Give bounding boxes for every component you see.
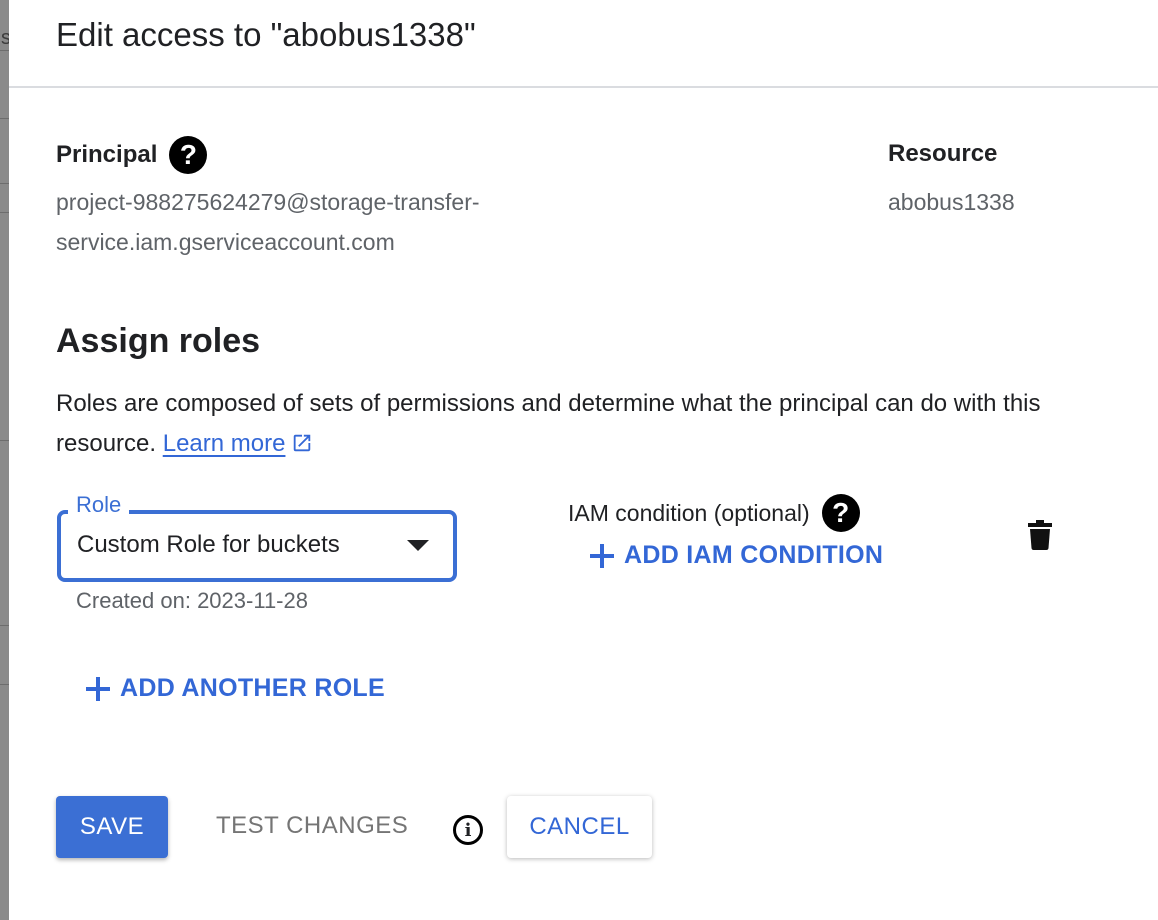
role-select-value: Custom Role for buckets <box>77 531 340 558</box>
add-iam-condition-button[interactable]: ADD IAM CONDITION <box>590 541 883 570</box>
background-divider <box>0 440 9 441</box>
iam-condition-label: IAM condition (optional) <box>568 499 810 526</box>
assign-roles-title: Assign roles <box>56 322 261 360</box>
background-text: s <box>1 27 9 49</box>
edit-access-panel: Edit access to "abobus1338" Principal ? … <box>9 0 1158 920</box>
background-divider <box>0 183 9 184</box>
background-divider <box>0 684 9 685</box>
info-icon[interactable]: i <box>453 815 483 845</box>
assign-roles-description: Roles are composed of sets of permission… <box>56 384 1056 464</box>
panel-header: Edit access to "abobus1338" <box>9 0 1158 88</box>
role-created-date: Created on: 2023-11-28 <box>76 588 308 613</box>
learn-more-link[interactable]: Learn more <box>163 430 286 457</box>
trash-icon[interactable] <box>1028 520 1052 550</box>
background-divider <box>0 625 9 626</box>
plus-icon <box>86 676 110 701</box>
principal-value-line: service.iam.gserviceaccount.com <box>56 229 395 255</box>
resource-value: abobus1338 <box>888 189 1015 215</box>
test-changes-button[interactable]: TEST CHANGES <box>216 812 408 840</box>
learn-more-label: Learn more <box>162 430 286 457</box>
add-another-role-label: ADD ANOTHER ROLE <box>120 674 385 702</box>
add-another-role-button[interactable]: ADD ANOTHER ROLE <box>86 674 385 703</box>
role-field-label: Role <box>68 492 130 518</box>
principal-value: project-988275624279@storage-transfer- s… <box>56 182 576 262</box>
principal-heading: Principal ? <box>56 136 208 174</box>
arrow-drop-down-icon <box>407 540 429 551</box>
principal-label: Principal <box>56 141 158 168</box>
open-in-new-icon[interactable] <box>291 432 313 454</box>
background-divider <box>0 50 9 51</box>
page-title: Edit access to "abobus1338" <box>56 16 476 53</box>
background-divider <box>0 212 9 213</box>
help-circle-icon[interactable]: ? <box>169 136 208 174</box>
background-divider <box>0 118 9 119</box>
plus-icon <box>590 543 614 568</box>
cancel-button[interactable]: CANCEL <box>507 796 652 858</box>
role-select[interactable]: Custom Role for buckets <box>57 510 457 582</box>
principal-value-line: project-988275624279@storage-transfer- <box>56 189 480 215</box>
save-button[interactable]: SAVE <box>56 796 168 858</box>
resource-label: Resource <box>888 140 998 167</box>
add-iam-condition-label: ADD IAM CONDITION <box>624 541 884 569</box>
iam-condition-heading: IAM condition (optional) ? <box>568 494 860 532</box>
help-circle-icon[interactable]: ? <box>821 494 860 532</box>
background-page: s <box>0 0 9 920</box>
